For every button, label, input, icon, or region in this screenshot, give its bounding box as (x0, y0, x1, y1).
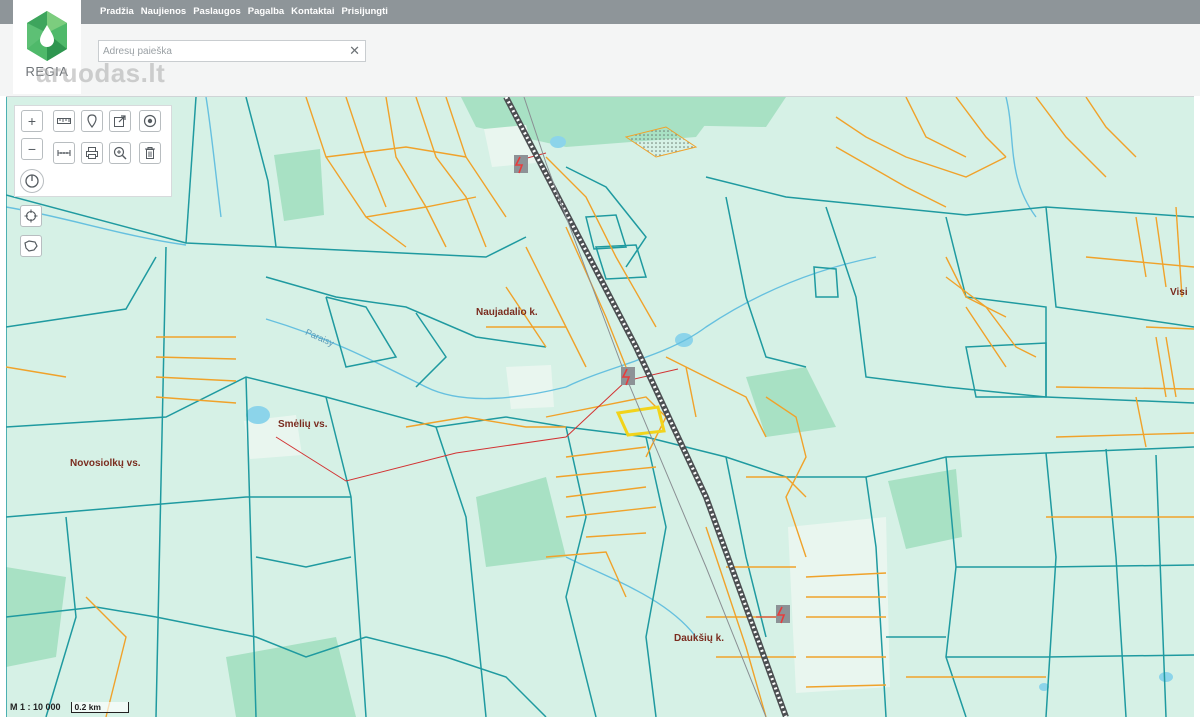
regia-logo-icon (27, 11, 67, 61)
ruler-icon (57, 118, 71, 124)
scale-distance: 0.2 km (74, 701, 101, 712)
measure-line-icon (57, 150, 71, 156)
nav-link-paslaugos[interactable]: Paslaugos (193, 6, 241, 17)
scale-ratio: M 1 : 10 000 (10, 702, 61, 712)
place-label-naujadalio: Naujadalio k. (476, 307, 538, 318)
power-button[interactable] (20, 169, 44, 193)
minus-icon: − (27, 141, 37, 157)
export-button[interactable] (109, 110, 131, 132)
scale-ruler: 0.2 km (70, 701, 129, 713)
power-icon (25, 174, 39, 188)
nav-link-naujienos[interactable]: Naujienos (141, 6, 186, 17)
zoom-out-button[interactable]: − (21, 138, 43, 160)
measure-line-button[interactable] (53, 142, 75, 164)
region-icon (24, 240, 38, 252)
map-canvas[interactable]: Naujadalio k. Smėlių vs. Novosiolkų vs. … (6, 96, 1194, 717)
locate-button[interactable] (20, 205, 42, 227)
main-navigation: Pradžia Naujienos Paslaugos Pagalba Kont… (100, 6, 388, 17)
print-icon (86, 147, 98, 159)
region-button[interactable] (20, 235, 42, 257)
nav-link-pradzia[interactable]: Pradžia (100, 6, 134, 17)
search-area-button[interactable] (109, 142, 131, 164)
nav-link-kontaktai[interactable]: Kontaktai (291, 6, 334, 17)
nav-link-prisijungti[interactable]: Prisijungti (341, 6, 387, 17)
close-icon[interactable]: ✕ (349, 43, 360, 59)
place-label-novosiolku: Novosiolkų vs. (70, 458, 141, 469)
cadastral-map[interactable] (6, 97, 1194, 717)
measure-button[interactable] (53, 110, 75, 132)
map-scale: M 1 : 10 000 0.2 km (10, 699, 129, 715)
place-label-visi: Visi (1170, 287, 1188, 298)
watermark: aruodas.lt (36, 58, 166, 88)
place-label-dauksiu: Daukšių k. (674, 633, 725, 644)
crosshair-icon (24, 209, 38, 223)
pin-button[interactable] (81, 110, 103, 132)
trash-icon (145, 146, 155, 159)
pin-icon (87, 114, 97, 128)
regia-map-app: Pradžia Naujienos Paslaugos Pagalba Kont… (0, 0, 1200, 720)
export-icon (114, 115, 126, 127)
search-area-icon (113, 146, 127, 160)
plus-icon: + (27, 113, 37, 129)
target-icon (143, 114, 157, 128)
nav-link-pagalba[interactable]: Pagalba (248, 6, 284, 17)
place-label-smeliu: Smėlių vs. (278, 419, 328, 430)
zoom-in-button[interactable]: + (21, 110, 43, 132)
delete-button[interactable] (139, 142, 161, 164)
target-button[interactable] (139, 110, 161, 132)
print-button[interactable] (81, 142, 103, 164)
